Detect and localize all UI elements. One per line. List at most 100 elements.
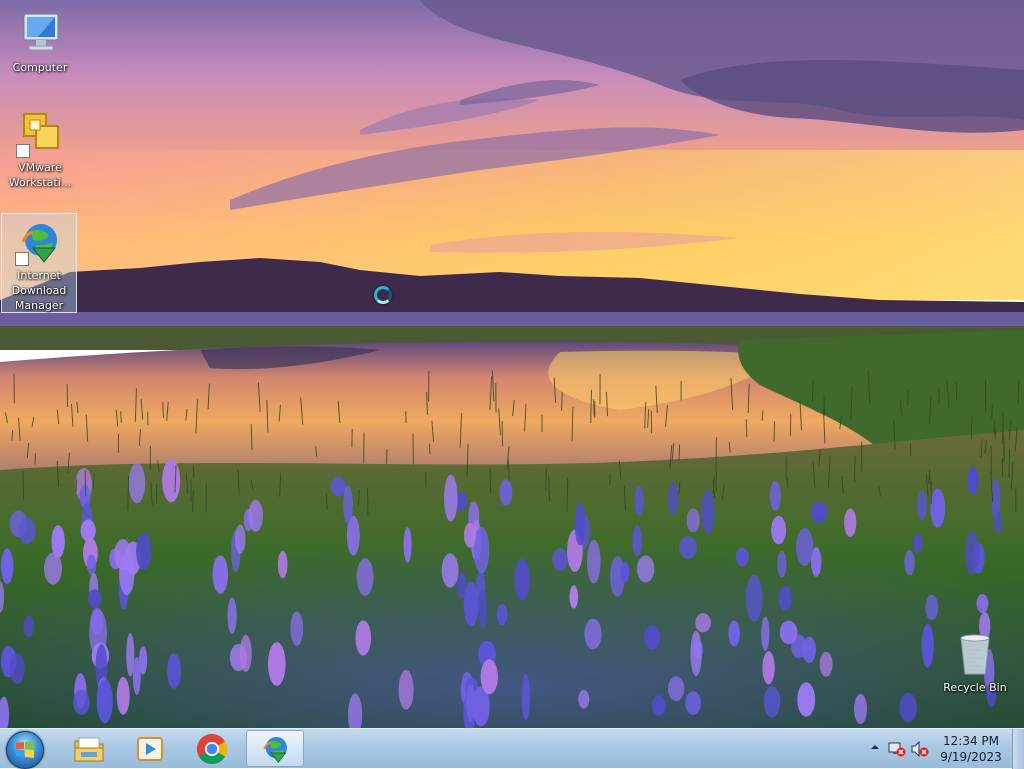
lupine-flower (762, 651, 774, 684)
lupine-flower (668, 676, 684, 701)
lupine-flower (331, 477, 346, 497)
lupine-flower (97, 679, 113, 723)
volume-muted-icon[interactable] (911, 741, 929, 757)
lupine-flower (797, 682, 815, 716)
lupine-flower (522, 674, 530, 721)
lupine-flower (235, 525, 246, 554)
lupine-flower (139, 646, 147, 674)
reed (502, 421, 503, 446)
reed (23, 471, 24, 500)
reed (67, 384, 68, 407)
lupine-flower (620, 562, 629, 583)
lupine-flower (481, 659, 498, 694)
lupine-flower (570, 585, 579, 608)
reed (594, 399, 595, 415)
lupine-flower (578, 690, 589, 709)
windows-start-orb-icon (15, 740, 35, 760)
reed (562, 392, 563, 411)
desktop-icon-label: Recycle Bin (936, 680, 1014, 695)
reed (1004, 447, 1005, 462)
taskbar-button-google-chrome[interactable] (184, 730, 240, 767)
busy-cursor-icon (374, 286, 392, 304)
internet-download-manager-icon (15, 218, 63, 266)
lupine-flower (917, 490, 927, 520)
lupine-flower (780, 621, 798, 645)
lupine-flower (514, 558, 530, 600)
desktop[interactable]: Computer VMware Workstati... Internet Do… (0, 0, 1024, 728)
lupine-flower (770, 481, 781, 511)
lupine-flower (136, 533, 151, 570)
lupine-flower (343, 486, 353, 525)
lupine-flower (442, 553, 459, 587)
lupine-flower (500, 479, 513, 505)
lupine-flower (23, 615, 34, 637)
desktop-icon-label: Computer (2, 60, 78, 75)
lupine-flower (88, 589, 102, 608)
reed (774, 421, 775, 441)
lupine-flower (994, 512, 1002, 534)
lupine-flower (464, 523, 476, 548)
lupine-flower (114, 539, 131, 570)
show-hidden-icons-chevron-icon[interactable] (870, 742, 880, 752)
lupine-flower (777, 551, 786, 578)
taskbar-button-internet-download-manager[interactable] (246, 730, 304, 767)
lupine-flower (764, 686, 781, 717)
lupine-flower (356, 620, 372, 655)
internet-download-manager-icon (259, 733, 291, 765)
reed (121, 411, 122, 423)
lupine-flower (478, 589, 487, 627)
lupine-flower (497, 604, 507, 625)
wallpaper-image (0, 0, 1024, 728)
reed (76, 480, 77, 493)
desktop-icon-vmware-workstation[interactable]: VMware Workstati... (2, 106, 78, 192)
desktop-icon-label: VMware Workstati... (2, 160, 78, 190)
reed (430, 444, 431, 454)
computer-icon (16, 10, 64, 58)
shortcut-arrow-icon (15, 252, 29, 266)
lupine-flower (652, 695, 666, 716)
desktop-icon-label: Internet Download Manager (2, 268, 76, 313)
lupine-flower (687, 509, 700, 533)
lupine-flower (357, 558, 374, 596)
lupine-flower (248, 500, 263, 532)
lupine-flower (771, 516, 786, 544)
lupine-flower (632, 525, 642, 556)
lupine-flower (129, 463, 146, 503)
desktop-icon-internet-download-manager[interactable]: Internet Download Manager (1, 213, 77, 313)
lupine-flower (10, 653, 25, 684)
lupine-flower (444, 475, 458, 522)
lupine-flower (900, 693, 917, 722)
taskbar-button-windows-explorer[interactable] (61, 730, 117, 767)
lupine-flower (167, 653, 181, 688)
lupine-flower (584, 619, 601, 650)
reed (908, 391, 909, 406)
lupine-flower (637, 555, 654, 582)
lupine-flower (796, 528, 813, 566)
taskbar-clock[interactable]: 12:34 PM 9/19/2023 (932, 733, 1010, 765)
media-player-icon (135, 735, 165, 763)
reed (368, 488, 369, 515)
start-button[interactable] (6, 731, 44, 769)
lupine-flower (240, 635, 252, 672)
lupine-flower (977, 594, 989, 613)
taskbar-button-windows-media-player[interactable] (122, 730, 178, 767)
reed (85, 471, 86, 497)
desktop-icon-recycle-bin[interactable]: Recycle Bin (936, 626, 1014, 698)
system-tray: 12:34 PM 9/19/2023 (864, 729, 1024, 769)
show-desktop-button[interactable] (1012, 729, 1024, 769)
reed (413, 434, 414, 465)
desktop-icon-computer[interactable]: Computer (2, 6, 78, 78)
lupine-flower (51, 525, 64, 558)
lupine-flower (913, 534, 923, 553)
lupine-flower (746, 575, 763, 622)
lupine-flower (228, 598, 237, 634)
lupine-flower (575, 502, 586, 545)
lupine-flower (117, 677, 130, 715)
network-disconnected-icon[interactable] (888, 741, 906, 757)
reed (939, 388, 940, 403)
reed (546, 468, 547, 491)
lupine-flower (644, 625, 660, 649)
lupine-flower (466, 684, 475, 722)
reed (679, 444, 680, 460)
lupine-flower (552, 548, 568, 571)
